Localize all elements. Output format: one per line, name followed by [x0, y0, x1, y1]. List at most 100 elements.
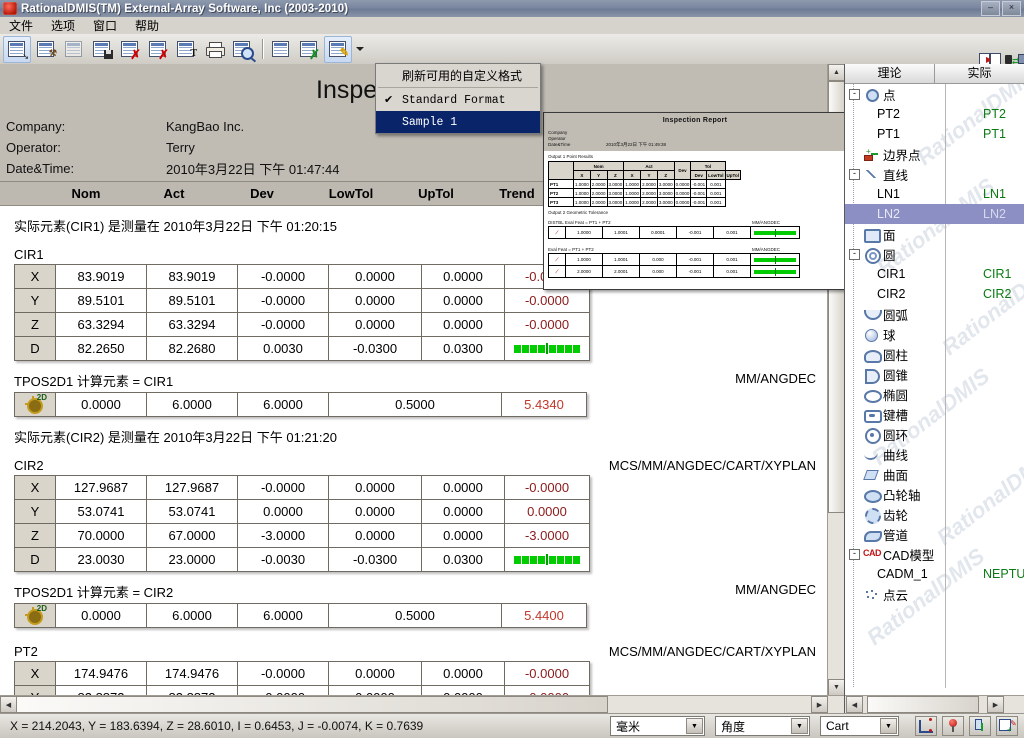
coord-select[interactable]: Cart ▼ [820, 716, 899, 736]
preview-cell: -0.001 [690, 197, 708, 207]
chevron-down-icon[interactable]: ▼ [880, 718, 897, 734]
preview-block2-label: Eval Feat = PT1 + PT2 [548, 247, 594, 252]
menu-item-refresh-formats[interactable]: 刷新可用的自定义格式 [376, 64, 540, 86]
torus-icon [863, 427, 881, 444]
tree-rows: - 点 PT2 PT2 PT1 PT1 + 边界点 - 直线 LN1 LN1 LN2 LN2 面 - 圆 CIR1… [845, 84, 1024, 604]
expander-icon[interactable]: - [849, 549, 860, 560]
window-controls: – × [981, 1, 1024, 16]
tree-item-label: 球 [883, 328, 896, 343]
tree-item-CIR1[interactable]: CIR1 CIR1 [845, 264, 1024, 284]
new-report-icon[interactable]: ↘ [3, 35, 31, 63]
tree-item-曲面[interactable]: 曲面 [845, 464, 1024, 484]
scroll-up-button[interactable]: ▲ [828, 64, 845, 81]
tree-item-球[interactable]: 球 [845, 324, 1024, 344]
axis-cell: X [14, 475, 56, 500]
text-report-icon[interactable]: T [173, 37, 199, 62]
tree-scroll-thumb[interactable] [867, 696, 979, 713]
circle-icon [863, 247, 881, 264]
tree-item-直线[interactable]: - 直线 [845, 164, 1024, 184]
tree-header-theory[interactable]: 理论 [845, 64, 935, 83]
tree-item-label: 凸轮轴 [883, 488, 921, 503]
dev-cell: 0.0000 [237, 499, 329, 524]
tree-item-PT2[interactable]: PT2 PT2 [845, 104, 1024, 124]
save-report-icon[interactable] [89, 37, 115, 62]
menu-options[interactable]: 选项 [42, 16, 84, 35]
export-excel-icon[interactable]: ✗ [296, 37, 322, 62]
tree-item-LN1[interactable]: LN1 LN1 [845, 184, 1024, 204]
tree-item-圆[interactable]: -圆 [845, 244, 1024, 264]
print-icon[interactable] [201, 37, 227, 62]
tree-item-label: LN2 [877, 207, 900, 221]
menu-window[interactable]: 窗口 [84, 16, 126, 35]
expander-icon[interactable]: - [849, 169, 860, 180]
menu-item-sample-1[interactable]: Sample 1 [376, 111, 540, 133]
edit-grid-icon[interactable]: + ✎ [996, 716, 1018, 736]
tree-item-凸轮轴[interactable]: 凸轮轴 [845, 484, 1024, 504]
report-preview-window[interactable]: Inspection Report Company Operator Date&… [543, 112, 847, 290]
custom-format-dropdown-arrow[interactable] [356, 47, 364, 51]
delete-all-icon[interactable]: ✗ [145, 37, 171, 62]
tree-item-管道[interactable]: 管道 [845, 524, 1024, 544]
feature-tree-panel: 理论 实际 RationalDMIS RationalDMIS Rational… [844, 64, 1024, 713]
chevron-down-icon[interactable]: ▼ [686, 718, 703, 734]
tree-item-齿轮[interactable]: 齿轮 [845, 504, 1024, 524]
scroll-left-button[interactable]: ◀ [0, 696, 17, 713]
act-cell: 67.0000 [146, 523, 238, 548]
tree-item-圆柱[interactable]: 圆柱 [845, 344, 1024, 364]
menu-file[interactable]: 文件 [0, 16, 42, 35]
tree-item-边界点[interactable]: + 边界点 [845, 144, 1024, 164]
tree-item-点[interactable]: -点 [845, 84, 1024, 104]
dev-cell: -0.0000 [237, 475, 329, 500]
tree-item-圆弧[interactable]: 圆弧 [845, 304, 1024, 324]
tree-scroll-right-button[interactable]: ▶ [987, 696, 1004, 713]
tree-item-label: 齿轮 [883, 508, 909, 523]
tree-scroll-left-button[interactable]: ◀ [846, 696, 863, 713]
coordinate-system-icon[interactable] [915, 716, 937, 736]
open-report-icon[interactable] [61, 37, 87, 62]
print-preview-icon[interactable] [229, 37, 255, 62]
tree-item-LN2[interactable]: LN2 LN2 [845, 204, 1024, 224]
act-cell: 89.5101 [146, 288, 238, 313]
company-label: Company: [6, 119, 66, 134]
menu-help[interactable]: 帮助 [126, 16, 168, 35]
tree-item-面[interactable]: 面 [845, 224, 1024, 244]
tree-item-CADM_1[interactable]: CADM_1 NEPTUNEC... [845, 564, 1024, 584]
uptol-cell: 0.0000 [421, 312, 505, 337]
menu-divider [378, 87, 538, 88]
custom-format-icon[interactable]: ✎ [324, 35, 352, 63]
scroll-thumb-horizontal[interactable] [16, 696, 608, 713]
tree-item-CIR2[interactable]: CIR2 CIR2 [845, 284, 1024, 304]
coordinate-readout: X = 214.2043, Y = 183.6394, Z = 28.6010,… [10, 719, 424, 733]
close-button[interactable]: × [1002, 1, 1021, 16]
tool-icon[interactable] [969, 716, 991, 736]
nom-cell: 89.5101 [55, 288, 147, 313]
report-horizontal-scrollbar[interactable]: ◀ ▶ [0, 695, 845, 713]
scroll-right-button[interactable]: ▶ [811, 696, 828, 713]
unit-select[interactable]: 毫米 ▼ [610, 716, 705, 736]
tree-item-椭圆[interactable]: 椭圆 [845, 384, 1024, 404]
tree-item-圆锥[interactable]: 圆锥 [845, 364, 1024, 384]
tree-horizontal-scrollbar[interactable]: ◀ ▶ [845, 695, 1024, 713]
expander-icon[interactable]: - [849, 249, 860, 260]
tree-item-圆环[interactable]: 圆环 [845, 424, 1024, 444]
tree-item-点云[interactable]: 点云 [845, 584, 1024, 604]
trend-cell: -3.0000 [504, 523, 590, 548]
angle-select[interactable]: 角度 ▼ [715, 716, 810, 736]
chevron-down-icon[interactable]: ▼ [791, 718, 808, 734]
menu-item-standard-format[interactable]: ✔ Standard Format [376, 89, 540, 111]
delete-report-icon[interactable]: ✗ [117, 37, 143, 62]
grid-view-icon[interactable] [268, 37, 294, 62]
probe-icon[interactable] [942, 716, 964, 736]
tolerance-line: TPOS2D1 计算元素 = CIR1 MM/ANGDEC [14, 371, 816, 390]
tree-item-键槽[interactable]: 键槽 [845, 404, 1024, 424]
dev-cell: -0.0000 [237, 661, 329, 686]
scroll-down-button[interactable]: ▼ [828, 679, 845, 696]
tree-item-PT1[interactable]: PT1 PT1 [845, 124, 1024, 144]
expander-icon[interactable]: - [849, 89, 860, 100]
minimize-button[interactable]: – [981, 1, 1000, 16]
tree-header-actual[interactable]: 实际 [935, 64, 1024, 83]
uptol-cell: 0.0000 [421, 475, 505, 500]
tree-item-CAD模型[interactable]: - CAD CAD模型 [845, 544, 1024, 564]
tree-item-曲线[interactable]: 曲线 [845, 444, 1024, 464]
report-template-icon[interactable]: ⚒ [33, 37, 59, 62]
